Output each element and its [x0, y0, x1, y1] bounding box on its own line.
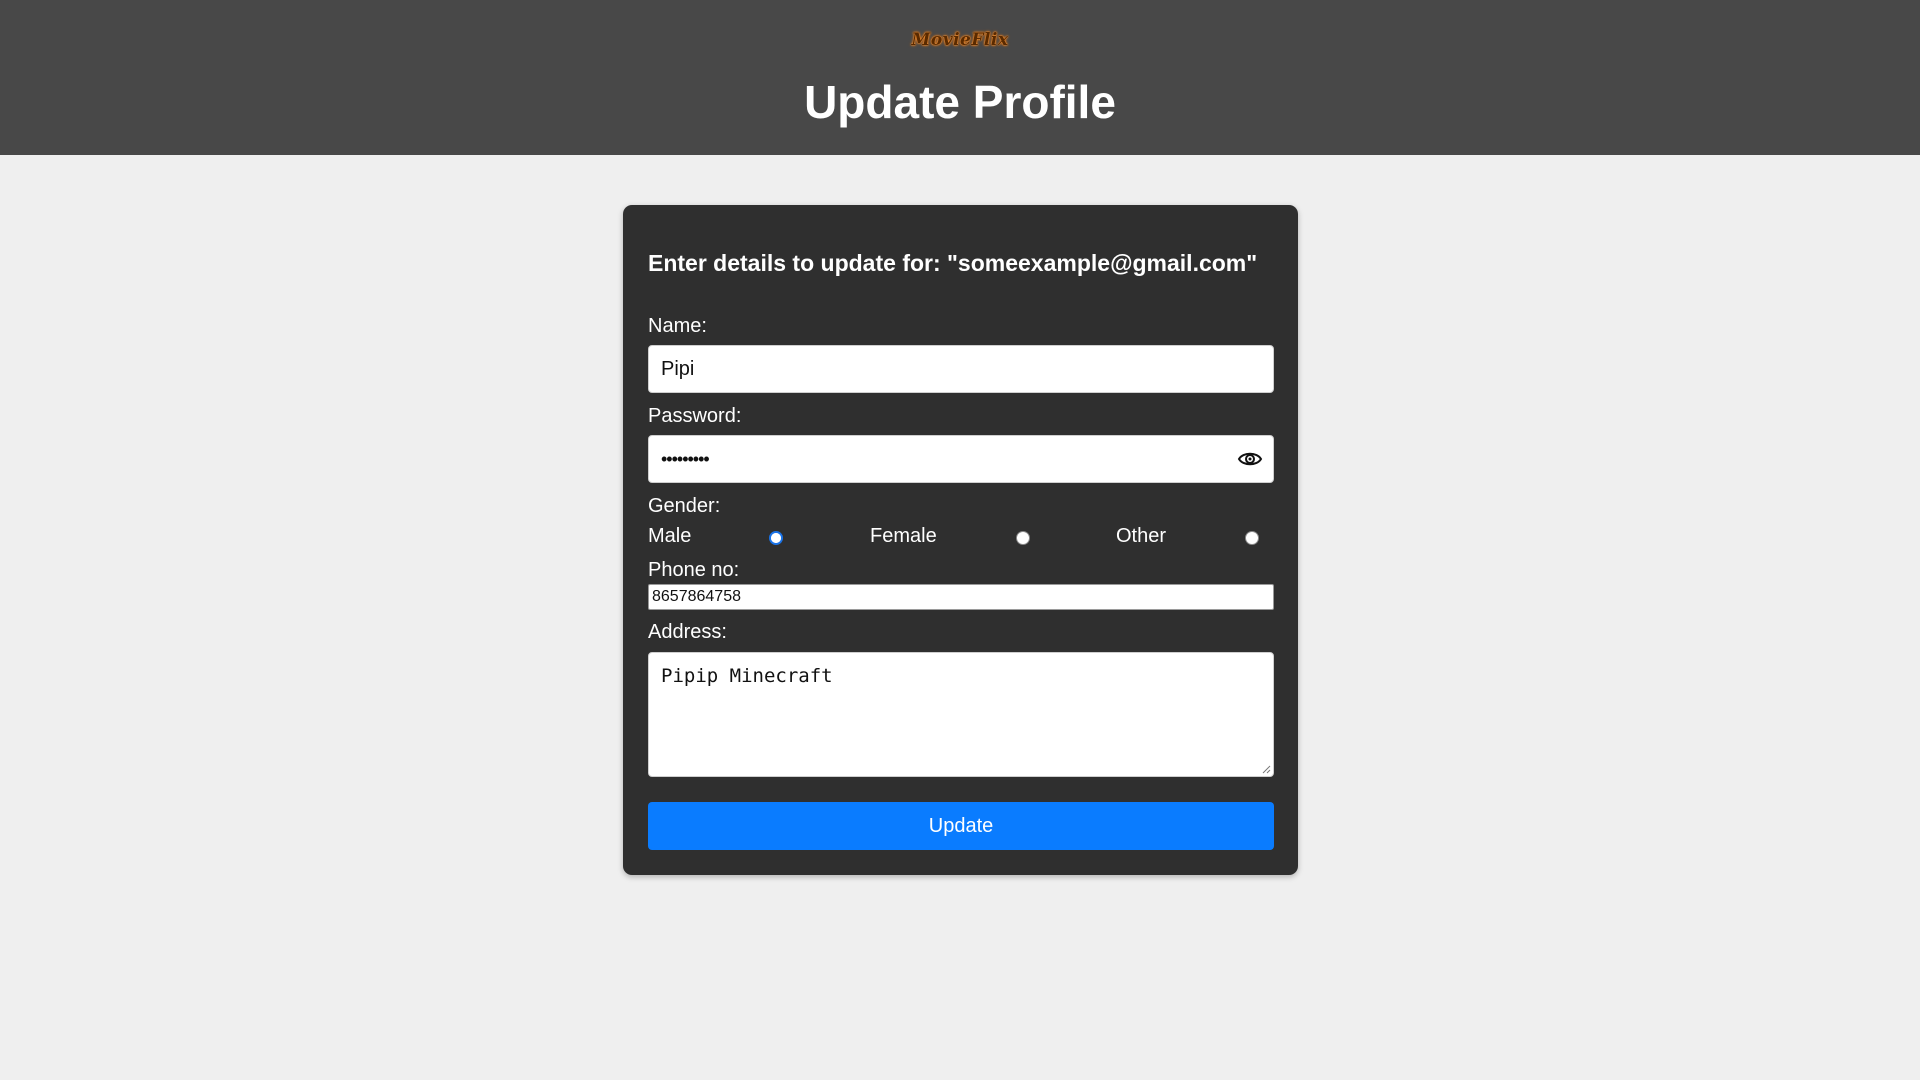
password-input-value: ••••••••• — [661, 448, 710, 469]
password-input[interactable]: ••••••••• — [648, 435, 1274, 483]
name-input[interactable]: Pipi — [648, 345, 1274, 393]
gender-radio-other[interactable] — [1245, 531, 1259, 545]
gender-radio-female[interactable] — [1016, 531, 1030, 545]
page-header: MovieFlix Update Profile — [0, 0, 1920, 155]
gender-label: Gender: — [648, 495, 721, 517]
resize-handle-icon[interactable] — [1261, 764, 1271, 774]
address-textarea-value: Pipip Minecraft — [661, 665, 833, 687]
address-label: Address: — [648, 621, 727, 643]
phone-input-value: 8657864758 — [652, 588, 741, 605]
address-textarea[interactable]: Pipip Minecraft — [648, 652, 1274, 777]
eye-icon[interactable] — [1237, 446, 1263, 472]
update-button[interactable]: Update — [648, 802, 1274, 850]
update-button-label: Update — [928, 814, 994, 837]
gender-option-other-label: Other — [1116, 525, 1167, 547]
password-label: Password: — [648, 405, 742, 427]
phone-label: Phone no: — [648, 559, 740, 581]
name-input-value: Pipi — [661, 357, 695, 380]
gender-option-male-label: Male — [648, 525, 692, 547]
gender-radio-male[interactable] — [769, 531, 783, 545]
site-logo[interactable]: MovieFlix — [0, 30, 1920, 50]
gender-option-female-label: Female — [870, 525, 937, 547]
phone-input[interactable]: 8657864758 — [648, 584, 1274, 610]
name-label: Name: — [648, 315, 707, 337]
form-heading: Enter details to update for: "someexampl… — [648, 250, 1258, 276]
page-title: Update Profile — [804, 76, 1116, 128]
